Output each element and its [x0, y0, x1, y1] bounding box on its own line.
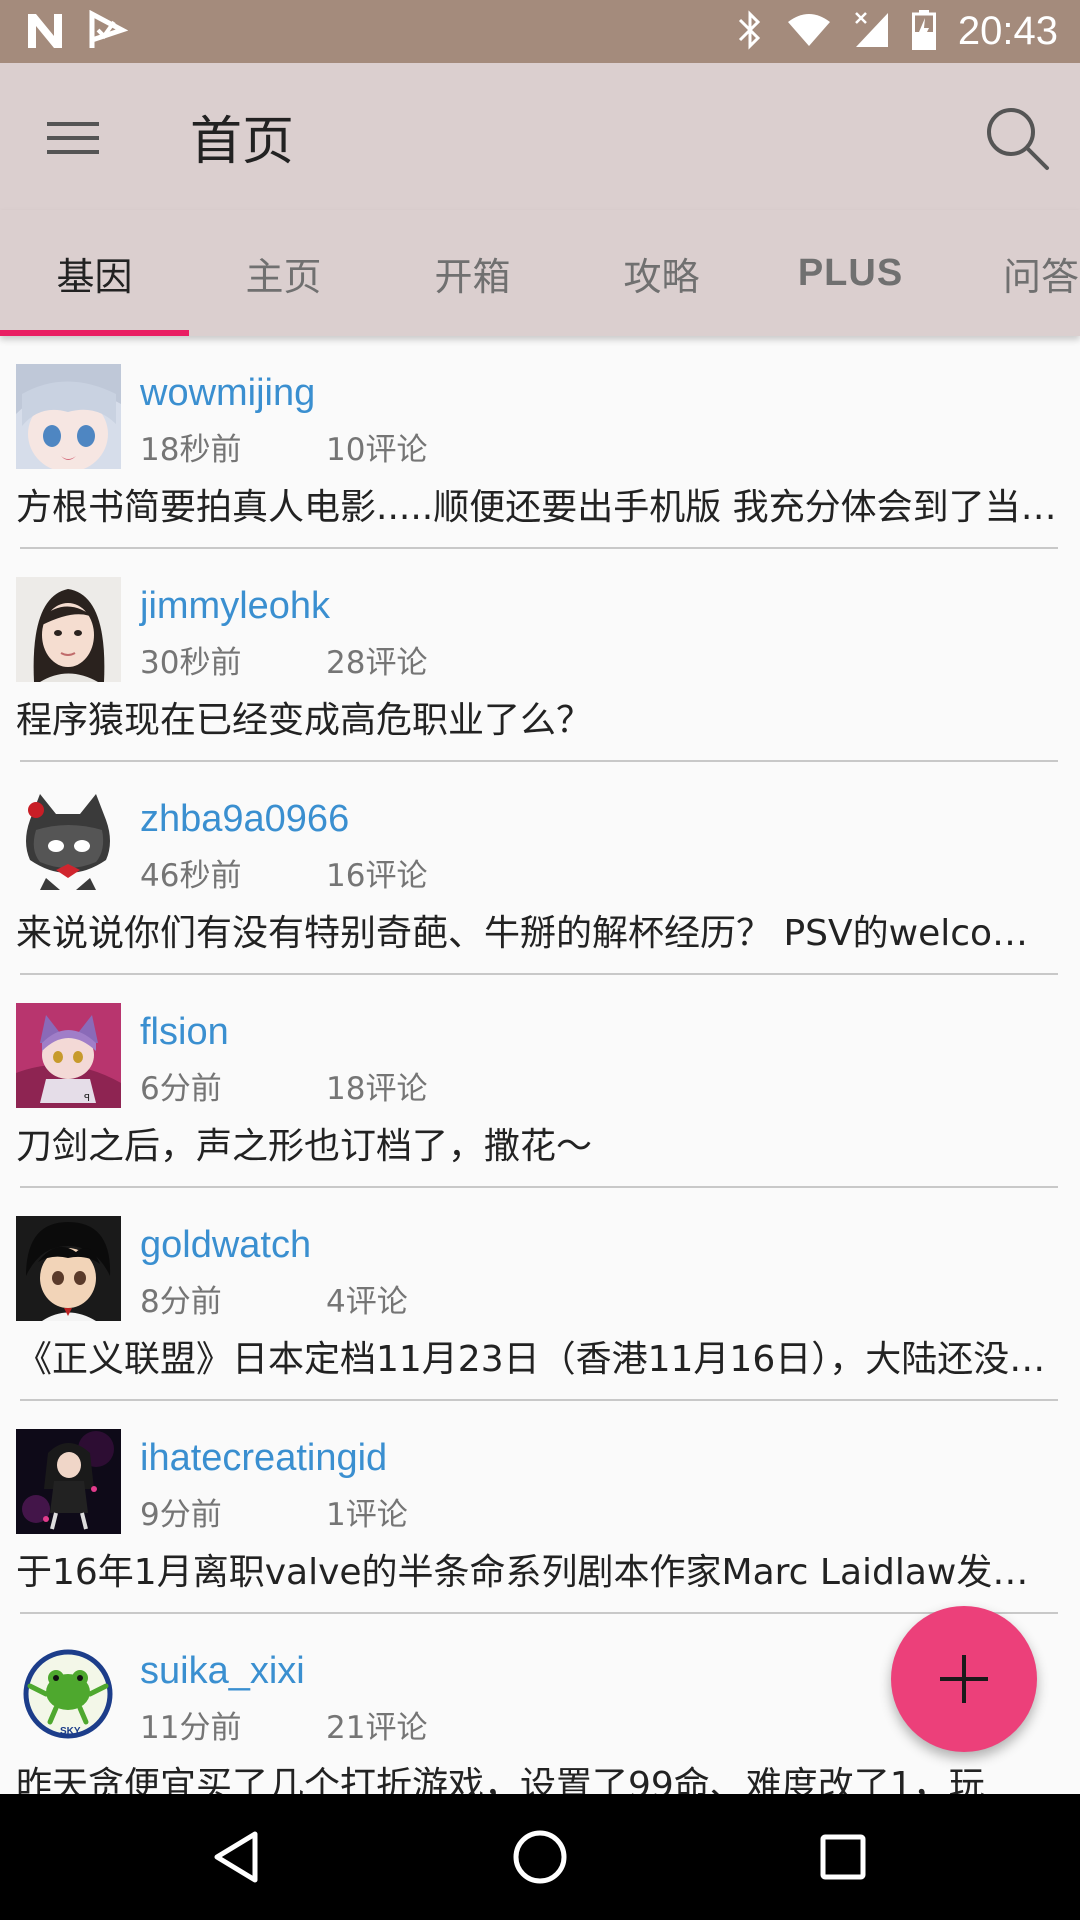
back-triangle-icon[interactable] [196, 1817, 276, 1897]
post-excerpt: 刀剑之后，声之形也订档了，撒花～ [16, 1126, 593, 1167]
post-comment-count: 21评论 [326, 1710, 428, 1746]
post-username[interactable]: zhba9a0966 [140, 798, 349, 841]
post-username[interactable]: goldwatch [140, 1224, 311, 1267]
svg-text:SKY: SKY [60, 1726, 81, 1737]
post-item[interactable]: jimmyleohk 30秒前 28评论 程序猿现在已经变成高危职业了么？ [0, 549, 1080, 762]
post-comment-count: 28评论 [326, 645, 428, 681]
avatar[interactable] [16, 1429, 121, 1534]
svg-text:ꟼ: ꟼ [84, 1093, 90, 1104]
post-item[interactable]: ihatecreatingid 9分前 1评论 于16年1月离职valve的半条… [0, 1401, 1080, 1614]
battery-icon [911, 9, 936, 54]
post-time: 18秒前 [140, 432, 242, 468]
hamburger-menu-icon[interactable] [30, 98, 116, 178]
app-toolbar: 首页 [0, 63, 1080, 210]
post-excerpt: 于16年1月离职valve的半条命系列剧本作家Marc Laidlaw发布了半条… [16, 1552, 1062, 1593]
post-username[interactable]: jimmyleohk [140, 585, 330, 628]
tab-gonglue[interactable]: 攻略 [567, 210, 756, 336]
page-title: 首页 [190, 112, 295, 172]
post-comment-count: 4评论 [326, 1284, 408, 1320]
wifi-icon [786, 12, 832, 52]
status-bar: 20:43 [0, 0, 1080, 63]
tab-zhuye[interactable]: 主页 [189, 210, 378, 336]
avatar[interactable]: ꟼ [16, 1003, 121, 1108]
post-item[interactable]: goldwatch 8分前 4评论 《正义联盟》日本定档11月23日（香港11月… [0, 1188, 1080, 1401]
post-excerpt: 昨天贪便宜买了几个打折游戏，设置了99命、难度改了1，玩 [16, 1765, 985, 1794]
post-item[interactable]: ꟼ flsion 6分前 18评论 刀剑之后，声之形也订档了，撒花～ [0, 975, 1080, 1188]
active-tab-indicator [0, 330, 189, 336]
post-excerpt: 方根书简要拍真人电影.....顺便还要出手机版 我充分体会到了当初玩原作的时候的… [16, 487, 1062, 528]
tab-plus[interactable]: PLUS [756, 210, 945, 336]
status-time: 20:43 [957, 9, 1058, 53]
avatar[interactable]: SKY [16, 1642, 121, 1747]
post-excerpt: 《正义联盟》日本定档11月23日（香港11月16日），大陆还没有消息 [16, 1339, 1062, 1380]
post-time: 6分前 [140, 1071, 222, 1107]
signal-icon [854, 11, 890, 53]
post-comment-count: 10评论 [326, 432, 428, 468]
post-time: 30秒前 [140, 645, 242, 681]
post-username[interactable]: flsion [140, 1011, 229, 1054]
tab-jiyin[interactable]: 基因 [0, 210, 189, 336]
avatar[interactable] [16, 1216, 121, 1321]
post-time: 11分前 [140, 1710, 242, 1746]
post-comment-count: 16评论 [326, 858, 428, 894]
post-username[interactable]: suika_xixi [140, 1650, 305, 1693]
post-excerpt: 来说说你们有没有特别奇葩、牛掰的解杯经历？ PSV的welcome park [16, 913, 1062, 954]
post-time: 9分前 [140, 1497, 222, 1533]
system-nav-bar [0, 1794, 1080, 1920]
post-item[interactable]: wowmijing 18秒前 10评论 方根书简要拍真人电影.....顺便还要出… [0, 336, 1080, 549]
notification-n-icon [24, 10, 66, 56]
post-feed[interactable]: wowmijing 18秒前 10评论 方根书简要拍真人电影.....顺便还要出… [0, 336, 1080, 1794]
post-excerpt: 程序猿现在已经变成高危职业了么？ [16, 700, 593, 741]
add-post-button[interactable] [891, 1606, 1037, 1752]
search-icon[interactable] [974, 95, 1060, 181]
recents-square-icon[interactable] [803, 1817, 883, 1897]
bluetooth-icon [736, 9, 764, 54]
post-time: 8分前 [140, 1284, 222, 1320]
notification-flag-icon [86, 9, 129, 56]
add-icon [940, 1655, 988, 1703]
avatar[interactable] [16, 364, 121, 469]
category-tabs: 基因 主页 开箱 攻略 PLUS 问答 [0, 210, 1080, 336]
post-comment-count: 18评论 [326, 1071, 428, 1107]
tab-wenda[interactable]: 问答 [945, 210, 1080, 336]
tab-kaixiang[interactable]: 开箱 [378, 210, 567, 336]
post-time: 46秒前 [140, 858, 242, 894]
avatar[interactable] [16, 577, 121, 682]
post-username[interactable]: ihatecreatingid [140, 1437, 387, 1480]
post-comment-count: 1评论 [326, 1497, 408, 1533]
post-username[interactable]: wowmijing [140, 372, 315, 415]
avatar[interactable] [16, 790, 121, 895]
post-item[interactable]: zhba9a0966 46秒前 16评论 来说说你们有没有特别奇葩、牛掰的解杯经… [0, 762, 1080, 975]
home-circle-icon[interactable] [500, 1817, 580, 1897]
